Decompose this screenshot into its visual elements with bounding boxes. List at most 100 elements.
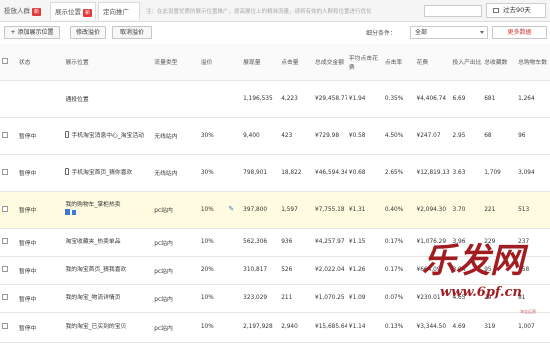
row-checkbox[interactable] (2, 294, 8, 300)
more-data-button[interactable]: 更多数据 (492, 26, 547, 39)
views-value: 1,196,535 (241, 80, 279, 117)
row-checkbox[interactable] (2, 169, 8, 175)
tab-audience[interactable]: 投放人群新 (4, 2, 44, 20)
row-checkbox[interactable] (2, 266, 8, 272)
clicks-value: 18,822 (279, 154, 313, 191)
premium-value: 30% (199, 117, 227, 154)
fav-value: 221 (482, 191, 516, 228)
status-badge[interactable]: 暂停中 (17, 312, 64, 342)
amount-value: ¥1,070.25 (313, 284, 347, 312)
premium-value: 10% (199, 228, 227, 256)
edit-icon[interactable]: ✎ (228, 206, 235, 213)
position-name[interactable]: 淘宝收藏夹_热卖单品 (65, 239, 120, 245)
period-selector[interactable]: 过去90天 (486, 3, 546, 18)
col-status[interactable]: 状态 (17, 44, 64, 80)
col-premium[interactable]: 溢价 (199, 44, 227, 80)
col-spend[interactable]: 花费 (415, 44, 451, 80)
col-fav[interactable]: 总收藏数 (482, 44, 516, 80)
delete-icon[interactable] (65, 209, 70, 215)
position-cell: 我的购物车_掌柜热卖 (63, 191, 152, 228)
roi-value: 3.70 (451, 191, 483, 228)
add-placement-button[interactable]: + 添加展示位置 (4, 26, 60, 39)
col-ctr[interactable]: 点击率 (383, 44, 415, 80)
tab-label: 展示位置 (51, 8, 81, 16)
views-value: 9,400 (241, 117, 279, 154)
tab-targeting[interactable]: 定向推广 (98, 2, 140, 20)
views-value: 397,800 (241, 191, 279, 228)
ctr-value: 2.65% (383, 154, 415, 191)
fav-value: 681 (482, 80, 516, 117)
traffic-type: 无线站内 (152, 117, 199, 154)
cancel-premium-button[interactable]: 取消溢价 (112, 26, 152, 39)
col-cart[interactable]: 总购物车数 (516, 44, 550, 80)
toolbar: + 添加展示位置 修改溢价 取消溢价 细分条件： 全部 更多数据 (0, 24, 550, 42)
roi-value: 6.69 (451, 80, 483, 117)
row-checkbox[interactable] (2, 132, 8, 138)
edit-premium-button[interactable]: 修改溢价 (70, 26, 106, 39)
chart-icon[interactable] (72, 210, 76, 215)
traffic-type: pc站内 (152, 312, 199, 342)
position-name[interactable]: 手机淘宝消息中心_淘宝活动 (71, 133, 143, 139)
fav-value: 1,709 (482, 154, 516, 191)
mobile-icon (65, 131, 69, 138)
status-badge[interactable]: 暂停中 (17, 256, 64, 284)
watermark-brand: 乐发网 (422, 233, 524, 282)
col-views[interactable]: 展现量 (241, 44, 279, 80)
search-input[interactable] (424, 5, 482, 17)
row-checkbox[interactable] (2, 206, 8, 212)
amount-value: ¥7,755.18 (313, 191, 347, 228)
status-badge[interactable]: 暂停中 (17, 228, 64, 256)
new-badge: 新 (32, 8, 41, 16)
tab-placement[interactable]: 展示位置新 (50, 2, 96, 20)
filter-select[interactable]: 全部 (410, 26, 488, 39)
position-cell: 我的淘宝首页_猜我喜欢 (63, 256, 152, 284)
position-name[interactable]: 手机淘宝首页_猜你喜欢 (71, 170, 132, 176)
tab-label: 投放人群 (4, 7, 30, 15)
new-badge: 新 (83, 9, 92, 17)
col-clicks[interactable]: 点击量 (279, 44, 313, 80)
table-row[interactable]: 暂停中我的购物车_掌柜热卖pc站内10%✎397,8001,597¥7,755.… (0, 191, 550, 228)
position-name[interactable]: 我的购物车_掌柜热卖 (65, 202, 120, 208)
select-all-checkbox[interactable] (2, 58, 8, 64)
col-amount[interactable]: 总成交金额 (313, 44, 347, 80)
calendar-icon (493, 8, 499, 13)
col-traffic[interactable]: 流量类型 (152, 44, 199, 80)
clicks-value: 936 (279, 228, 313, 256)
position-name[interactable]: 我的淘宝首页_猜我喜欢 (65, 267, 126, 273)
row-checkbox[interactable] (2, 323, 8, 329)
clicks-value: 4,223 (279, 80, 313, 117)
fav-value: 68 (482, 117, 516, 154)
period-label: 过去90天 (503, 6, 531, 14)
position-cell: 手机淘宝首页_猜你喜欢 (63, 154, 152, 191)
position-name[interactable]: 我的淘宝_已买到的宝贝 (65, 324, 126, 330)
traffic-type: pc站内 (152, 228, 199, 256)
position-name[interactable]: 我的淘宝_物流详情页 (65, 295, 120, 301)
premium-value: 30% (199, 154, 227, 191)
spend-value: ¥4,406.74 (415, 80, 451, 117)
row-checkbox[interactable] (2, 238, 8, 244)
col-edit (226, 44, 241, 80)
status-badge[interactable]: 暂停中 (17, 117, 64, 154)
mobile-icon (65, 168, 69, 175)
status-badge[interactable]: 暂停中 (17, 284, 64, 312)
col-cpc[interactable]: 平均点击花费 (347, 44, 383, 80)
select-all-cell[interactable] (0, 44, 17, 80)
table-row[interactable]: 暂停中手机淘宝消息中心_淘宝活动无线站内30%9,400423¥729.98¥0… (0, 117, 550, 154)
status-badge[interactable]: 暂停中 (17, 191, 64, 228)
watermark-url: www.6pf.cn (440, 285, 522, 300)
roi-value: 3.63 (451, 154, 483, 191)
spend-value: ¥247.07 (415, 117, 451, 154)
table-row[interactable]: 暂停中手机淘宝首页_猜你喜欢无线站内30%798,90118,822¥46,59… (0, 154, 550, 191)
roi-value: 2.95 (451, 117, 483, 154)
col-position[interactable]: 展示位置 (63, 44, 152, 80)
tab-label: 定向推广 (103, 8, 129, 16)
clicks-value: 423 (279, 117, 313, 154)
position-cell: 手机淘宝消息中心_淘宝活动 (63, 117, 152, 154)
amount-value: ¥2,022.04 (313, 256, 347, 284)
position-cell: 淘宝收藏夹_热卖单品 (63, 228, 152, 256)
cart-value: 96 (516, 117, 550, 154)
ctr-value: 0.40% (383, 191, 415, 228)
status-badge[interactable]: 暂停中 (17, 154, 64, 191)
col-roi[interactable]: 投入产出比 (451, 44, 483, 80)
spend-value: ¥2,094.30 (415, 191, 451, 228)
